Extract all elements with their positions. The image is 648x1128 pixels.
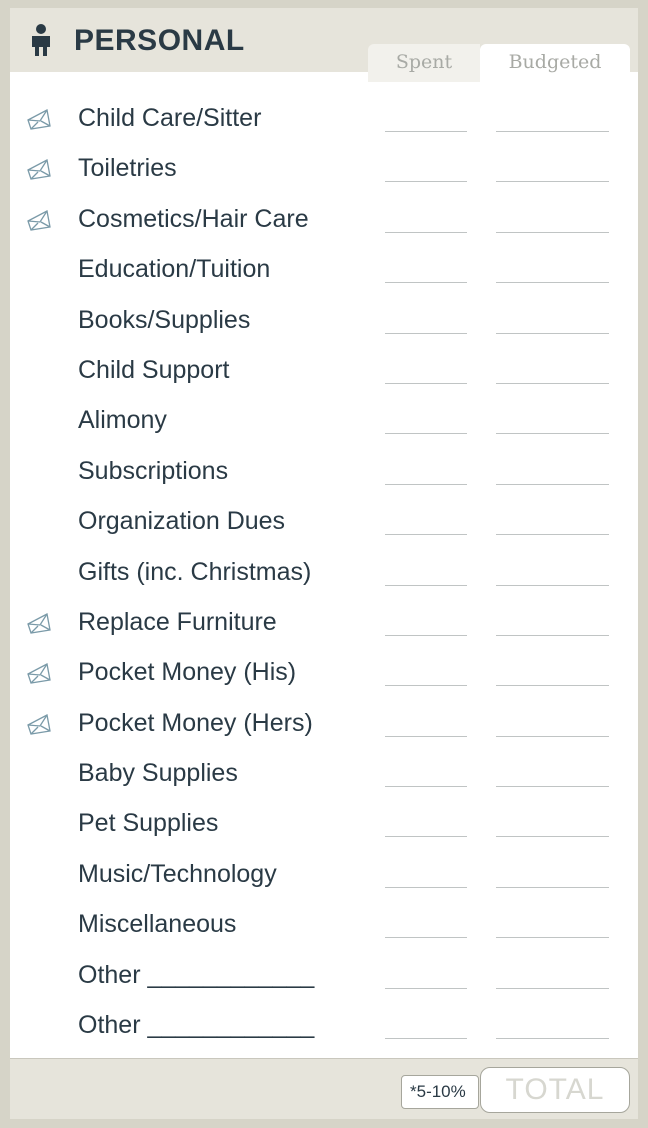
budgeted-entry-line[interactable] (496, 181, 609, 183)
row-label: Pet Supplies (78, 809, 219, 838)
budget-row: Gifts (inc. Christmas) (10, 550, 638, 600)
budgeted-entry-line[interactable] (496, 634, 609, 636)
budget-row: Subscriptions (10, 449, 638, 499)
row-label: Replace Furniture (78, 607, 277, 636)
spent-entry-line[interactable] (385, 131, 467, 132)
budget-row: Toiletries (10, 146, 638, 196)
section-header: PERSONAL Spent Budgeted (10, 0, 638, 82)
spent-entry-line[interactable] (385, 886, 467, 888)
personal-section: PERSONAL Spent Budgeted Child Care/Sitte… (10, 0, 638, 1119)
spent-entry-line[interactable] (385, 987, 467, 989)
row-label: Books/Supplies (78, 305, 251, 334)
envelope-icon (26, 612, 52, 634)
row-label: Other ____________ (78, 1011, 315, 1040)
budget-row: Child Care/Sitter (10, 96, 638, 146)
budgeted-entry-line[interactable] (496, 1038, 609, 1040)
budgeted-entry-line[interactable] (496, 685, 609, 687)
row-label: Other ____________ (78, 960, 315, 989)
budgeted-entry-line[interactable] (496, 534, 609, 536)
spent-entry-line[interactable] (385, 382, 467, 384)
spent-entry-line[interactable] (385, 332, 467, 334)
budget-row: Books/Supplies (10, 298, 638, 348)
row-label: Pocket Money (His) (78, 658, 297, 687)
budgeted-entry-line[interactable] (496, 332, 609, 334)
row-label: Child Care/Sitter (78, 104, 262, 132)
budgeted-entry-line[interactable] (496, 131, 609, 132)
row-label: Pocket Money (Hers) (78, 708, 313, 737)
budget-row: Pocket Money (His) (10, 650, 638, 700)
spent-entry-line[interactable] (385, 685, 467, 687)
budgeted-entry-line[interactable] (496, 836, 609, 838)
spent-entry-line[interactable] (385, 282, 467, 284)
budget-row: Pocket Money (Hers) (10, 701, 638, 751)
budgeted-entry-line[interactable] (496, 231, 609, 233)
budget-row: Education/Tuition (10, 247, 638, 297)
total-field[interactable]: TOTAL (480, 1067, 630, 1113)
budget-row: Other ____________ (10, 1003, 638, 1053)
budgeted-entry-line[interactable] (496, 282, 609, 284)
row-label: Music/Technology (78, 859, 277, 888)
spent-entry-line[interactable] (385, 937, 467, 939)
budget-row: Cosmetics/Hair Care (10, 197, 638, 247)
row-label: Organization Dues (78, 507, 286, 536)
row-label: Child Support (78, 355, 230, 384)
budgeted-entry-line[interactable] (496, 382, 609, 384)
spent-entry-line[interactable] (385, 433, 467, 435)
envelope-icon (26, 713, 52, 735)
budgeted-entry-line[interactable] (496, 886, 609, 888)
envelope-icon (26, 209, 52, 231)
person-icon (32, 24, 50, 56)
tab-spent[interactable]: Spent (368, 44, 480, 82)
spent-entry-line[interactable] (385, 231, 467, 233)
budget-row: Miscellaneous (10, 902, 638, 952)
budgeted-entry-line[interactable] (496, 987, 609, 989)
envelope-icon (26, 662, 52, 685)
budget-row: Alimony (10, 398, 638, 448)
spent-entry-line[interactable] (385, 1038, 467, 1040)
row-label: Alimony (78, 406, 167, 435)
envelope-icon (26, 108, 52, 130)
budget-rows: Child Care/Sitter Toiletries Cosmetics/Hai… (10, 96, 638, 1053)
spent-entry-line[interactable] (385, 735, 467, 737)
row-label: Cosmetics/Hair Care (78, 204, 309, 233)
budgeted-entry-line[interactable] (496, 584, 609, 586)
tab-budgeted[interactable]: Budgeted (480, 44, 630, 82)
row-label: Toiletries (78, 154, 177, 183)
budget-row: Baby Supplies (10, 751, 638, 801)
row-label: Gifts (inc. Christmas) (78, 557, 312, 586)
budget-form-frame: PERSONAL Spent Budgeted Child Care/Sitte… (0, 0, 648, 1128)
budget-row: Replace Furniture (10, 600, 638, 650)
spent-entry-line[interactable] (385, 836, 467, 838)
budgeted-entry-line[interactable] (496, 937, 609, 939)
spent-entry-line[interactable] (385, 483, 467, 485)
percentage-guideline: *5-10% (401, 1075, 479, 1109)
row-label: Education/Tuition (78, 255, 271, 284)
spent-entry-line[interactable] (385, 634, 467, 636)
envelope-icon (26, 158, 52, 181)
section-title: PERSONAL (74, 24, 245, 57)
budget-row: Child Support (10, 348, 638, 398)
budget-row: Music/Technology (10, 852, 638, 902)
spent-entry-line[interactable] (385, 584, 467, 586)
spent-entry-line[interactable] (385, 786, 467, 788)
spent-entry-line[interactable] (385, 181, 467, 183)
row-label: Subscriptions (78, 456, 229, 485)
budget-row: Other ____________ (10, 953, 638, 1003)
row-label: Miscellaneous (78, 910, 237, 939)
budget-row: Pet Supplies (10, 801, 638, 851)
section-footer: *5-10% TOTAL (10, 1058, 638, 1119)
budgeted-entry-line[interactable] (496, 433, 609, 435)
budgeted-entry-line[interactable] (496, 786, 609, 788)
budgeted-entry-line[interactable] (496, 483, 609, 485)
spent-entry-line[interactable] (385, 534, 467, 536)
row-label: Baby Supplies (78, 759, 238, 788)
budget-row: Organization Dues (10, 499, 638, 549)
budgeted-entry-line[interactable] (496, 735, 609, 737)
